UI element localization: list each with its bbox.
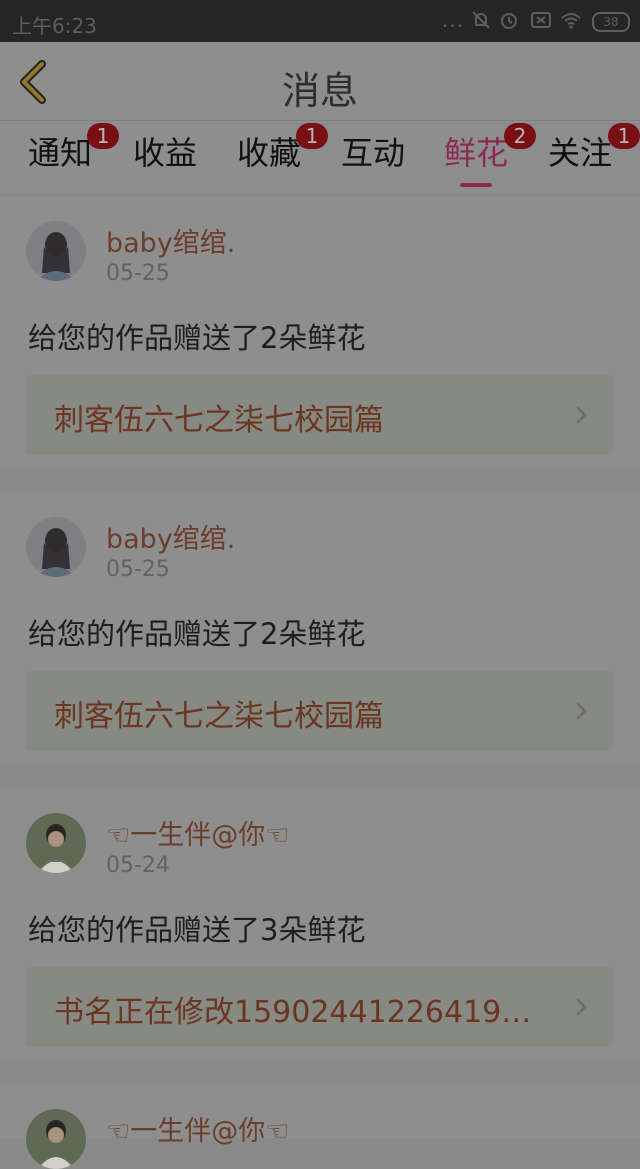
sim-off-icon: [531, 12, 551, 28]
unread-badge: 1: [608, 123, 640, 149]
message-text: 给您的作品赠送了2朵鲜花: [28, 617, 366, 651]
chevron-right-icon: [576, 702, 587, 720]
book-title: 书名正在修改15902441226419…: [54, 995, 532, 1030]
book-link[interactable]: 书名正在修改15902441226419…: [26, 967, 613, 1047]
message-card: baby绾绾. 05-25 给您的作品赠送了2朵鲜花 刺客伍六七之柒七校园篇: [0, 197, 640, 469]
tab-interactions[interactable]: 互动: [339, 131, 407, 187]
message-date: 05-25: [106, 557, 170, 582]
book-title: 刺客伍六七之柒七校园篇: [54, 699, 384, 734]
message-date: 05-25: [106, 261, 170, 286]
chevron-right-icon: [576, 406, 587, 424]
tab-earnings[interactable]: 收益: [131, 131, 199, 187]
tab-label: 鲜花: [443, 134, 508, 172]
book-link[interactable]: 刺客伍六七之柒七校园篇: [26, 375, 613, 455]
status-time: 上午6:23: [12, 14, 97, 38]
battery-icon: 38: [592, 12, 630, 32]
message-card: baby绾绾. 05-25 给您的作品赠送了2朵鲜花 刺客伍六七之柒七校园篇: [0, 493, 640, 765]
active-tab-indicator: [460, 183, 492, 187]
tab-label: 收益: [132, 134, 197, 172]
status-dots: ...: [442, 8, 465, 32]
avatar[interactable]: [26, 1109, 86, 1169]
message-card: ☜一生伴@你☜: [0, 1085, 640, 1169]
unread-badge: 1: [87, 123, 119, 149]
unread-badge: 2: [504, 123, 536, 149]
message-card: ☜一生伴@你☜ 05-24 给您的作品赠送了3朵鲜花 书名正在修改1590244…: [0, 789, 640, 1061]
avatar[interactable]: [26, 813, 86, 873]
status-bar: 上午6:23 ... 38: [0, 0, 640, 42]
avatar[interactable]: [26, 517, 86, 577]
chevron-right-icon: [576, 998, 587, 1016]
mute-icon: [472, 11, 490, 29]
username[interactable]: ☜一生伴@你☜: [106, 813, 289, 852]
tab-favorites[interactable]: 收藏 1: [235, 123, 328, 187]
username[interactable]: ☜一生伴@你☜: [106, 1109, 289, 1148]
tab-following[interactable]: 关注 1: [546, 123, 640, 187]
book-title: 刺客伍六七之柒七校园篇: [54, 403, 384, 438]
tab-label: 关注: [547, 134, 612, 172]
username[interactable]: baby绾绾.: [106, 517, 235, 556]
tab-notifications[interactable]: 通知 1: [26, 123, 119, 187]
tab-bar: 通知 1 收益 收藏 1 互动 鲜花 2 关注 1: [0, 121, 640, 193]
username[interactable]: baby绾绾.: [106, 221, 235, 260]
alarm-icon: [501, 13, 517, 29]
tab-label: 互动: [340, 134, 405, 172]
wifi-icon: [561, 13, 581, 29]
tab-flowers[interactable]: 鲜花 2: [442, 123, 536, 187]
book-link[interactable]: 刺客伍六七之柒七校园篇: [26, 671, 613, 751]
message-text: 给您的作品赠送了3朵鲜花: [28, 913, 366, 947]
unread-badge: 1: [296, 123, 328, 149]
page-title: 消息: [281, 69, 358, 113]
tab-label: 收藏: [236, 134, 301, 172]
avatar[interactable]: [26, 221, 86, 281]
tab-label: 通知: [27, 134, 92, 172]
app-header: 消息: [0, 42, 640, 121]
message-date: 05-24: [106, 853, 170, 878]
message-text: 给您的作品赠送了2朵鲜花: [28, 321, 366, 355]
